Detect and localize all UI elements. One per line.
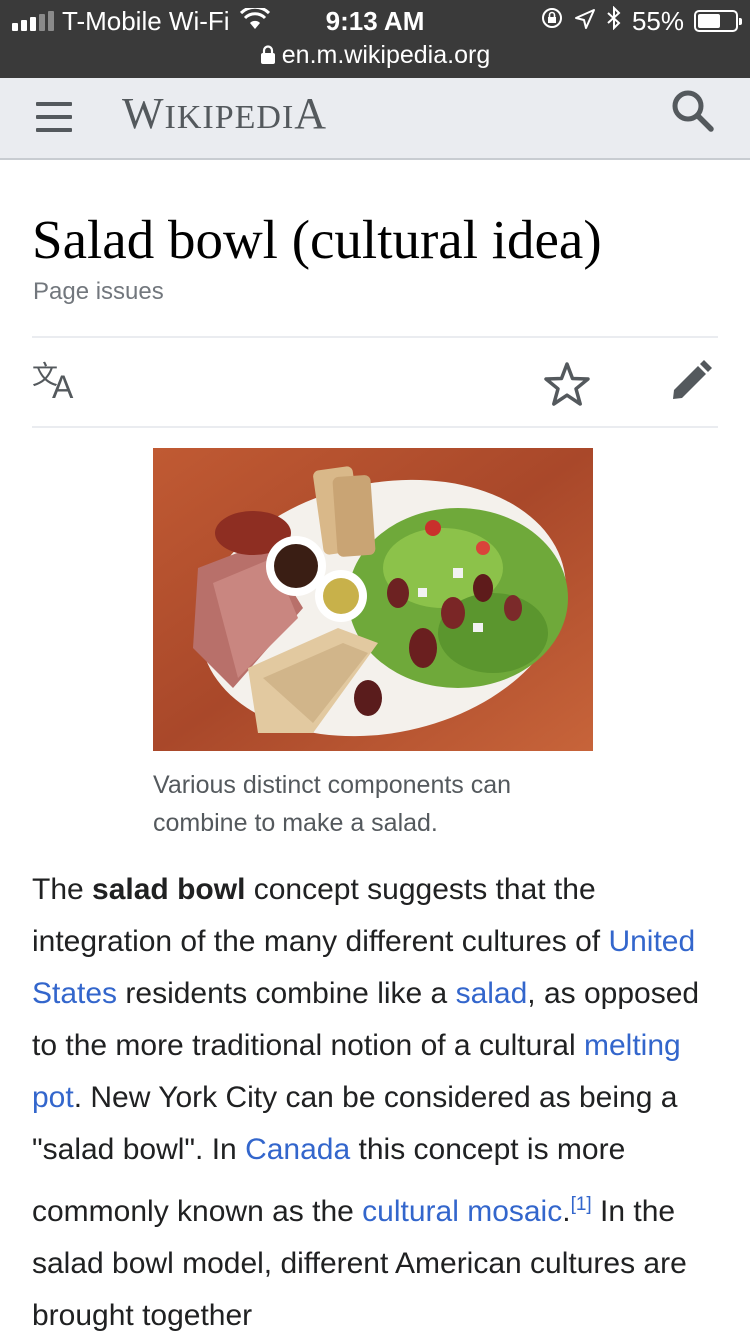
battery-percent: 55%: [631, 5, 684, 36]
watch-star-icon[interactable]: [542, 360, 592, 413]
divider: [32, 336, 718, 338]
menu-icon[interactable]: [34, 96, 76, 138]
battery-icon: [694, 10, 742, 32]
link-canada[interactable]: Canada: [245, 1133, 350, 1166]
divider: [32, 426, 718, 428]
link-cultural-mosaic[interactable]: cultural mosaic: [362, 1195, 562, 1228]
lock-icon: [260, 42, 276, 72]
page-title: Salad bowl (cultural idea): [32, 209, 602, 270]
image-caption: Various distinct components can combine …: [153, 771, 512, 837]
wikipedia-wordmark[interactable]: WIKIPEDIA: [122, 84, 362, 162]
search-icon[interactable]: [668, 86, 716, 139]
url-bar[interactable]: en.m.wikipedia.org: [0, 40, 750, 72]
text-run: residents combine like a: [117, 977, 456, 1010]
language-icon[interactable]: 文 A: [32, 358, 84, 412]
bold-term: salad bowl: [92, 873, 246, 906]
orientation-lock-icon: [540, 6, 564, 37]
page-actions: 文 A: [32, 340, 718, 426]
edit-pencil-icon[interactable]: [668, 358, 714, 409]
text-run: .: [562, 1195, 571, 1228]
location-arrow-icon: [574, 6, 596, 37]
url-text: en.m.wikipedia.org: [281, 41, 491, 69]
link-salad[interactable]: salad: [456, 977, 528, 1010]
svg-text:A: A: [52, 369, 74, 402]
reference-link[interactable]: [1]: [571, 1194, 592, 1215]
status-right: 55%: [540, 5, 742, 37]
intro-paragraph: The salad bowl concept suggests that the…: [32, 864, 732, 1342]
svg-text:WIKIPEDIA: WIKIPEDIA: [122, 89, 327, 138]
reference: [1]: [571, 1188, 592, 1216]
salad-plate-image[interactable]: [153, 448, 593, 751]
status-bar: T-Mobile Wi-Fi 9:13 AM 55% en.m.wikipedi…: [0, 0, 750, 78]
text-run: The: [32, 873, 93, 906]
page-issues-link[interactable]: Page issues: [33, 278, 164, 306]
wikipedia-header: WIKIPEDIA: [0, 78, 750, 160]
bluetooth-icon: [606, 5, 622, 37]
